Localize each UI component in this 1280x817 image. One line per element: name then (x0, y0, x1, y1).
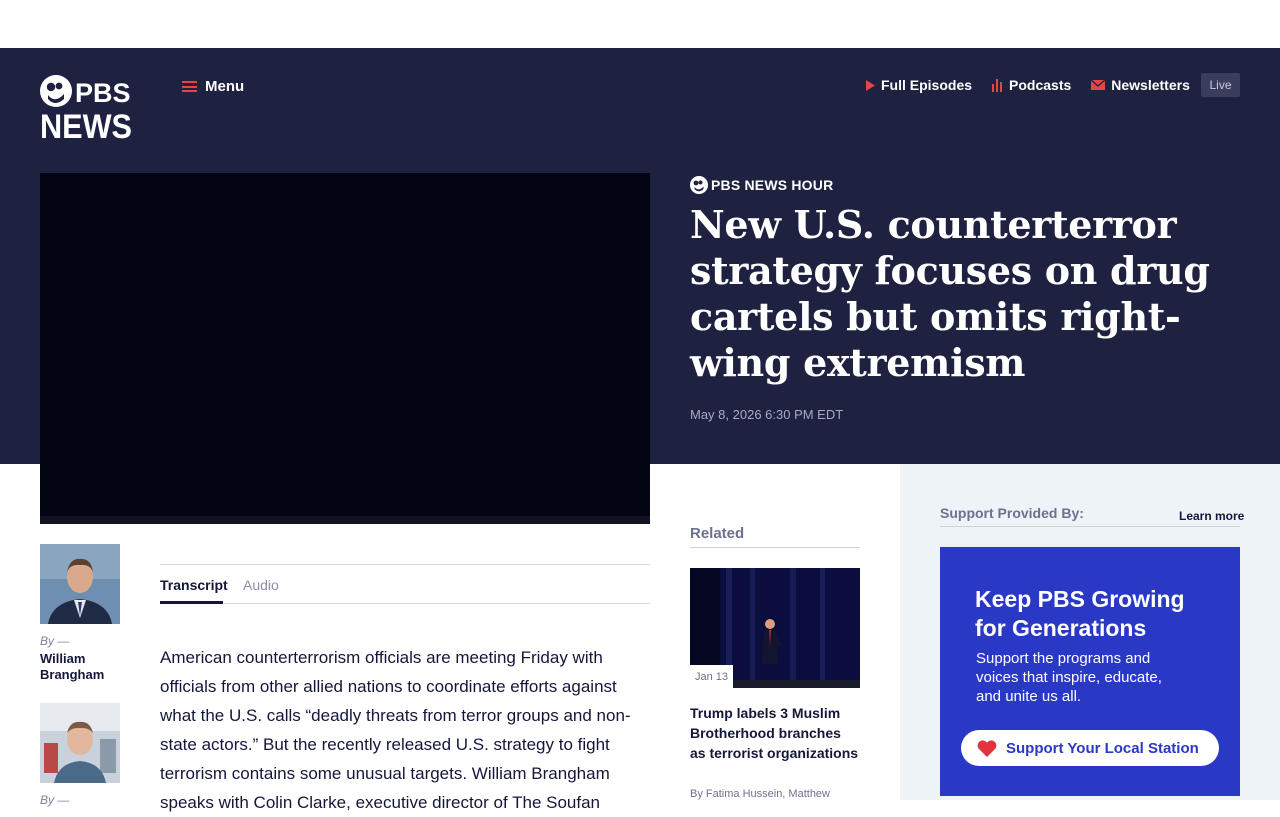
nav-label: Newsletters (1111, 77, 1190, 93)
nav-newsletters[interactable]: Newsletters (1091, 77, 1190, 93)
live-button[interactable]: Live (1201, 73, 1240, 97)
divider (940, 526, 1240, 527)
divider (690, 547, 860, 548)
show-label: PBS NEWS HOUR (711, 177, 834, 193)
support-ad[interactable]: Keep PBS Growing for Generations Support… (940, 547, 1240, 796)
related-byline: By Fatima Hussein, Matthew (690, 788, 830, 800)
support-button-label: Support Your Local Station (1006, 739, 1199, 757)
top-ad-bar (0, 0, 1280, 48)
pbs-news-hour-logo: PBS NEWS HOUR (690, 176, 833, 194)
author-photo (40, 703, 120, 783)
tab-transcript[interactable]: Transcript (160, 577, 228, 604)
author-photo (40, 544, 120, 624)
byline-prefix: By — (40, 634, 70, 648)
header-nav: Full Episodes Podcasts Newsletters (866, 77, 1190, 93)
related-heading: Related (690, 525, 745, 542)
nav-label: Full Episodes (881, 77, 973, 93)
tab-label: Transcript (160, 577, 228, 593)
video-player[interactable] (40, 173, 650, 524)
nav-full-episodes[interactable]: Full Episodes (866, 77, 972, 93)
menu-label: Menu (205, 78, 245, 95)
logo-news-text: NEWS (40, 108, 132, 144)
mail-icon (1091, 80, 1106, 90)
ad-title: Keep PBS Growing for Generations (975, 586, 1185, 641)
menu-button[interactable]: Menu (182, 78, 244, 95)
byline-prefix: By — (40, 793, 70, 807)
tab-label: Audio (243, 577, 279, 593)
author-card[interactable]: By — (40, 703, 120, 810)
hamburger-icon (182, 81, 197, 92)
article-headline: New U.S. counterterror strategy focuses … (690, 202, 1210, 385)
author-name[interactable]: William Brangham (40, 651, 120, 683)
nav-podcasts[interactable]: Podcasts (992, 77, 1071, 93)
ad-text: Support the programs and voices that ins… (976, 650, 1162, 705)
content-tabs: Transcript Audio (160, 564, 650, 604)
related-date: Jan 13 (690, 665, 733, 688)
article-body: American counterterrorism officials are … (160, 648, 631, 812)
related-thumbnail[interactable]: Jan 13 (690, 568, 860, 688)
logo-pbs-text: PBS (75, 78, 131, 108)
podcast-icon (992, 78, 1003, 92)
support-local-station-button[interactable]: Support Your Local Station (961, 730, 1219, 766)
pbs-news-logo[interactable]: PBS NEWS (40, 74, 135, 146)
learn-more-link[interactable]: Learn more (1179, 509, 1244, 523)
active-tab-indicator (160, 601, 223, 604)
play-icon (866, 79, 875, 91)
pbs-head-icon (690, 176, 708, 194)
nav-label: Podcasts (1009, 77, 1072, 93)
video-progress-bar[interactable] (40, 516, 650, 524)
support-provided-label: Support Provided By: (940, 505, 1084, 521)
related-title[interactable]: Trump labels 3 Muslim Brotherhood branch… (690, 703, 860, 763)
article-date: May 8, 2026 6:30 PM EDT (690, 407, 844, 422)
author-card[interactable]: By — William Brangham (40, 544, 120, 683)
tab-audio[interactable]: Audio (243, 577, 279, 593)
heart-icon (977, 739, 997, 757)
